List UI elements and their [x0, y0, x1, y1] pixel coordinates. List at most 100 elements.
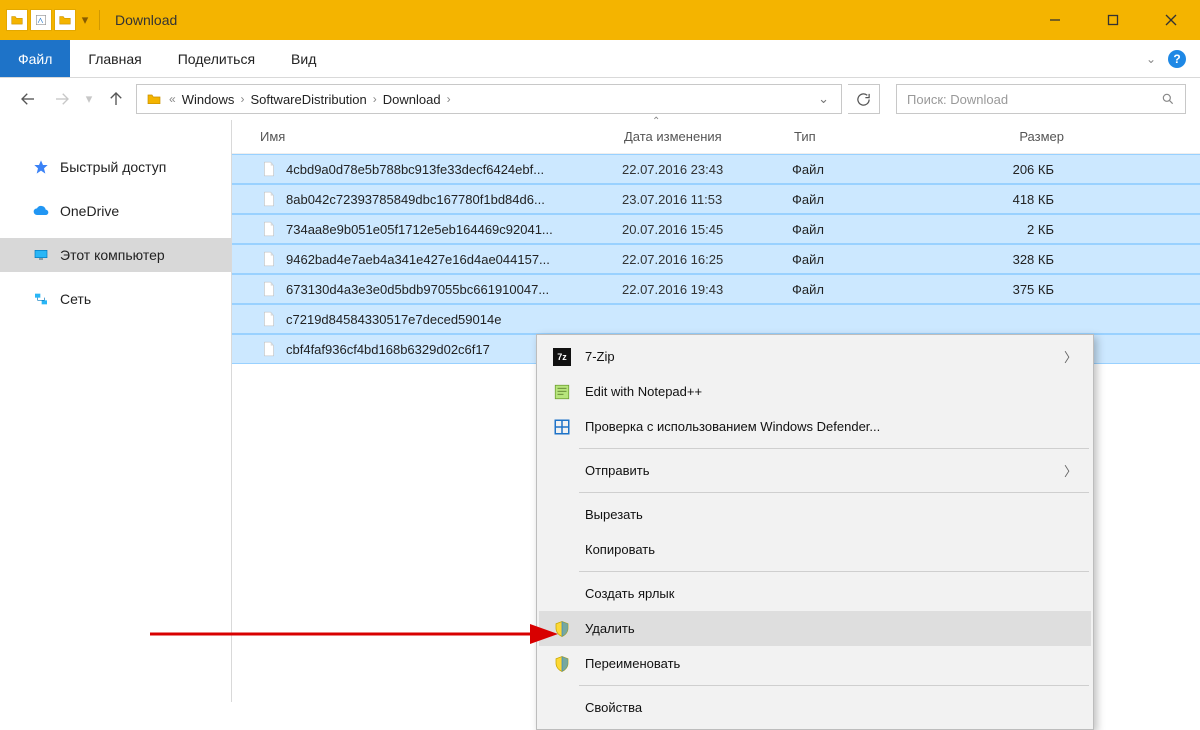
file-row[interactable]: 4cbd9a0d78e5b788bc913fe33decf6424ebf... 2… — [232, 154, 1200, 184]
blank-icon — [551, 504, 573, 526]
maximize-button[interactable] — [1084, 0, 1142, 40]
ribbon-tab-share[interactable]: Поделиться — [160, 40, 273, 77]
file-row[interactable]: 9462bad4e7aeb4a341e427e16d4ae044157...22… — [232, 244, 1200, 274]
context-menu-item[interactable]: Копировать — [539, 532, 1091, 567]
context-menu-separator — [579, 448, 1089, 449]
sort-indicator-icon: ⌃ — [652, 116, 660, 127]
cloud-icon — [32, 202, 50, 220]
nav-up-button[interactable] — [102, 85, 130, 113]
ribbon-tab-view[interactable]: Вид — [273, 40, 334, 77]
help-icon[interactable]: ? — [1168, 50, 1186, 68]
nav-back-button[interactable] — [14, 85, 42, 113]
npp-icon — [551, 381, 573, 403]
blank-icon — [551, 697, 573, 719]
context-menu-item[interactable]: Отправить〉 — [539, 453, 1091, 488]
nav-recent-dropdown[interactable]: ▾ — [82, 85, 96, 113]
qat-properties-icon[interactable] — [30, 9, 52, 31]
blank-icon — [551, 539, 573, 561]
context-menu-item[interactable]: 7z7-Zip〉 — [539, 339, 1091, 374]
file-icon — [260, 190, 278, 208]
file-type: Файл — [792, 192, 952, 207]
column-headers: ⌃ Имя Дата изменения Тип Размер — [232, 120, 1200, 154]
sidebar-item-star[interactable]: Быстрый доступ — [0, 150, 231, 184]
column-header-name[interactable]: Имя — [260, 129, 624, 144]
file-size: 206 КБ — [952, 162, 1062, 177]
titlebar: ▾ Download — [0, 0, 1200, 40]
minimize-button[interactable] — [1026, 0, 1084, 40]
pc-icon — [32, 246, 50, 264]
sidebar-item-label: OneDrive — [60, 203, 119, 219]
search-placeholder: Поиск: Download — [907, 92, 1008, 107]
file-date: 20.07.2016 15:45 — [622, 222, 792, 237]
file-row[interactable]: c7219d84584330517e7deced59014e — [232, 304, 1200, 334]
net-icon — [32, 290, 50, 308]
nav-forward-button[interactable] — [48, 85, 76, 113]
submenu-chevron-icon: 〉 — [1064, 347, 1077, 366]
ribbon-collapse-chevron[interactable]: ⌄ — [1146, 52, 1156, 66]
ribbon-tab-home[interactable]: Главная — [70, 40, 159, 77]
star-icon — [32, 158, 50, 176]
column-header-date[interactable]: Дата изменения — [624, 129, 794, 144]
context-menu-label: Вырезать — [585, 507, 1077, 522]
context-menu-label: Edit with Notepad++ — [585, 384, 1077, 399]
qat-new-folder-icon[interactable] — [54, 9, 76, 31]
file-row[interactable]: 673130d4a3e3e0d5bdb97055bc661910047...22… — [232, 274, 1200, 304]
defender-icon — [551, 416, 573, 438]
file-date: 23.07.2016 11:53 — [622, 192, 792, 207]
address-dropdown[interactable]: ⌄ — [814, 91, 833, 107]
context-menu-label: 7-Zip — [585, 349, 1052, 364]
blank-icon — [551, 460, 573, 482]
sidebar-item-cloud[interactable]: OneDrive — [0, 194, 231, 228]
file-name: 9462bad4e7aeb4a341e427e16d4ae044157... — [286, 252, 622, 267]
context-menu-label: Переименовать — [585, 656, 1077, 671]
column-header-size[interactable]: Размер — [954, 129, 1064, 144]
file-type: Файл — [792, 162, 952, 177]
context-menu-item[interactable]: Создать ярлык — [539, 576, 1091, 611]
column-header-type[interactable]: Тип — [794, 129, 954, 144]
context-menu-label: Удалить — [585, 621, 1077, 636]
context-menu-separator — [579, 685, 1089, 686]
file-size: 375 КБ — [952, 282, 1062, 297]
search-box[interactable]: Поиск: Download — [896, 84, 1186, 114]
file-icon — [260, 220, 278, 238]
file-icon — [260, 160, 278, 178]
shield-icon — [551, 653, 573, 675]
breadcrumb-2[interactable]: Download — [383, 92, 441, 107]
context-menu-item[interactable]: Вырезать — [539, 497, 1091, 532]
breadcrumb-root[interactable]: « — [169, 92, 176, 106]
context-menu-item[interactable]: Edit with Notepad++ — [539, 374, 1091, 409]
address-bar[interactable]: « Windows › SoftwareDistribution › Downl… — [136, 84, 842, 114]
submenu-chevron-icon: 〉 — [1064, 461, 1077, 480]
file-row[interactable]: 8ab042c72393785849dbc167780f1bd84d6...23… — [232, 184, 1200, 214]
close-button[interactable] — [1142, 0, 1200, 40]
sidebar-item-net[interactable]: Сеть — [0, 282, 231, 316]
nav-pane: Быстрый доступ OneDrive Этот компьютер Сеть — [0, 120, 232, 702]
file-name: 8ab042c72393785849dbc167780f1bd84d6... — [286, 192, 622, 207]
breadcrumb-sep-2[interactable]: › — [447, 92, 451, 106]
ribbon-file[interactable]: Файл — [0, 40, 70, 77]
sidebar-item-pc[interactable]: Этот компьютер — [0, 238, 231, 272]
breadcrumb-1[interactable]: SoftwareDistribution — [250, 92, 366, 107]
file-name: 4cbd9a0d78e5b788bc913fe33decf6424ebf... — [286, 162, 622, 177]
qat-customize-dropdown[interactable]: ▾ — [78, 9, 92, 31]
file-name: 673130d4a3e3e0d5bdb97055bc661910047... — [286, 282, 622, 297]
file-size: 2 КБ — [952, 222, 1062, 237]
file-icon — [260, 340, 278, 358]
address-folder-icon — [145, 90, 163, 108]
file-type: Файл — [792, 252, 952, 267]
file-type: Файл — [792, 222, 952, 237]
context-menu-label: Проверка с использованием Windows Defend… — [585, 419, 1077, 434]
context-menu-item[interactable]: Удалить — [539, 611, 1091, 646]
context-menu-item[interactable]: Свойства — [539, 690, 1091, 725]
file-row[interactable]: 734aa8e9b051e05f1712e5eb164469c92041...2… — [232, 214, 1200, 244]
breadcrumb-0[interactable]: Windows — [182, 92, 235, 107]
breadcrumb-sep-1[interactable]: › — [373, 92, 377, 106]
context-menu-item[interactable]: Проверка с использованием Windows Defend… — [539, 409, 1091, 444]
file-icon — [260, 280, 278, 298]
refresh-button[interactable] — [848, 84, 880, 114]
titlebar-separator — [99, 10, 100, 30]
qat-folder-icon[interactable] — [6, 9, 28, 31]
context-menu-item[interactable]: Переименовать — [539, 646, 1091, 681]
file-icon — [260, 310, 278, 328]
breadcrumb-sep-0[interactable]: › — [240, 92, 244, 106]
